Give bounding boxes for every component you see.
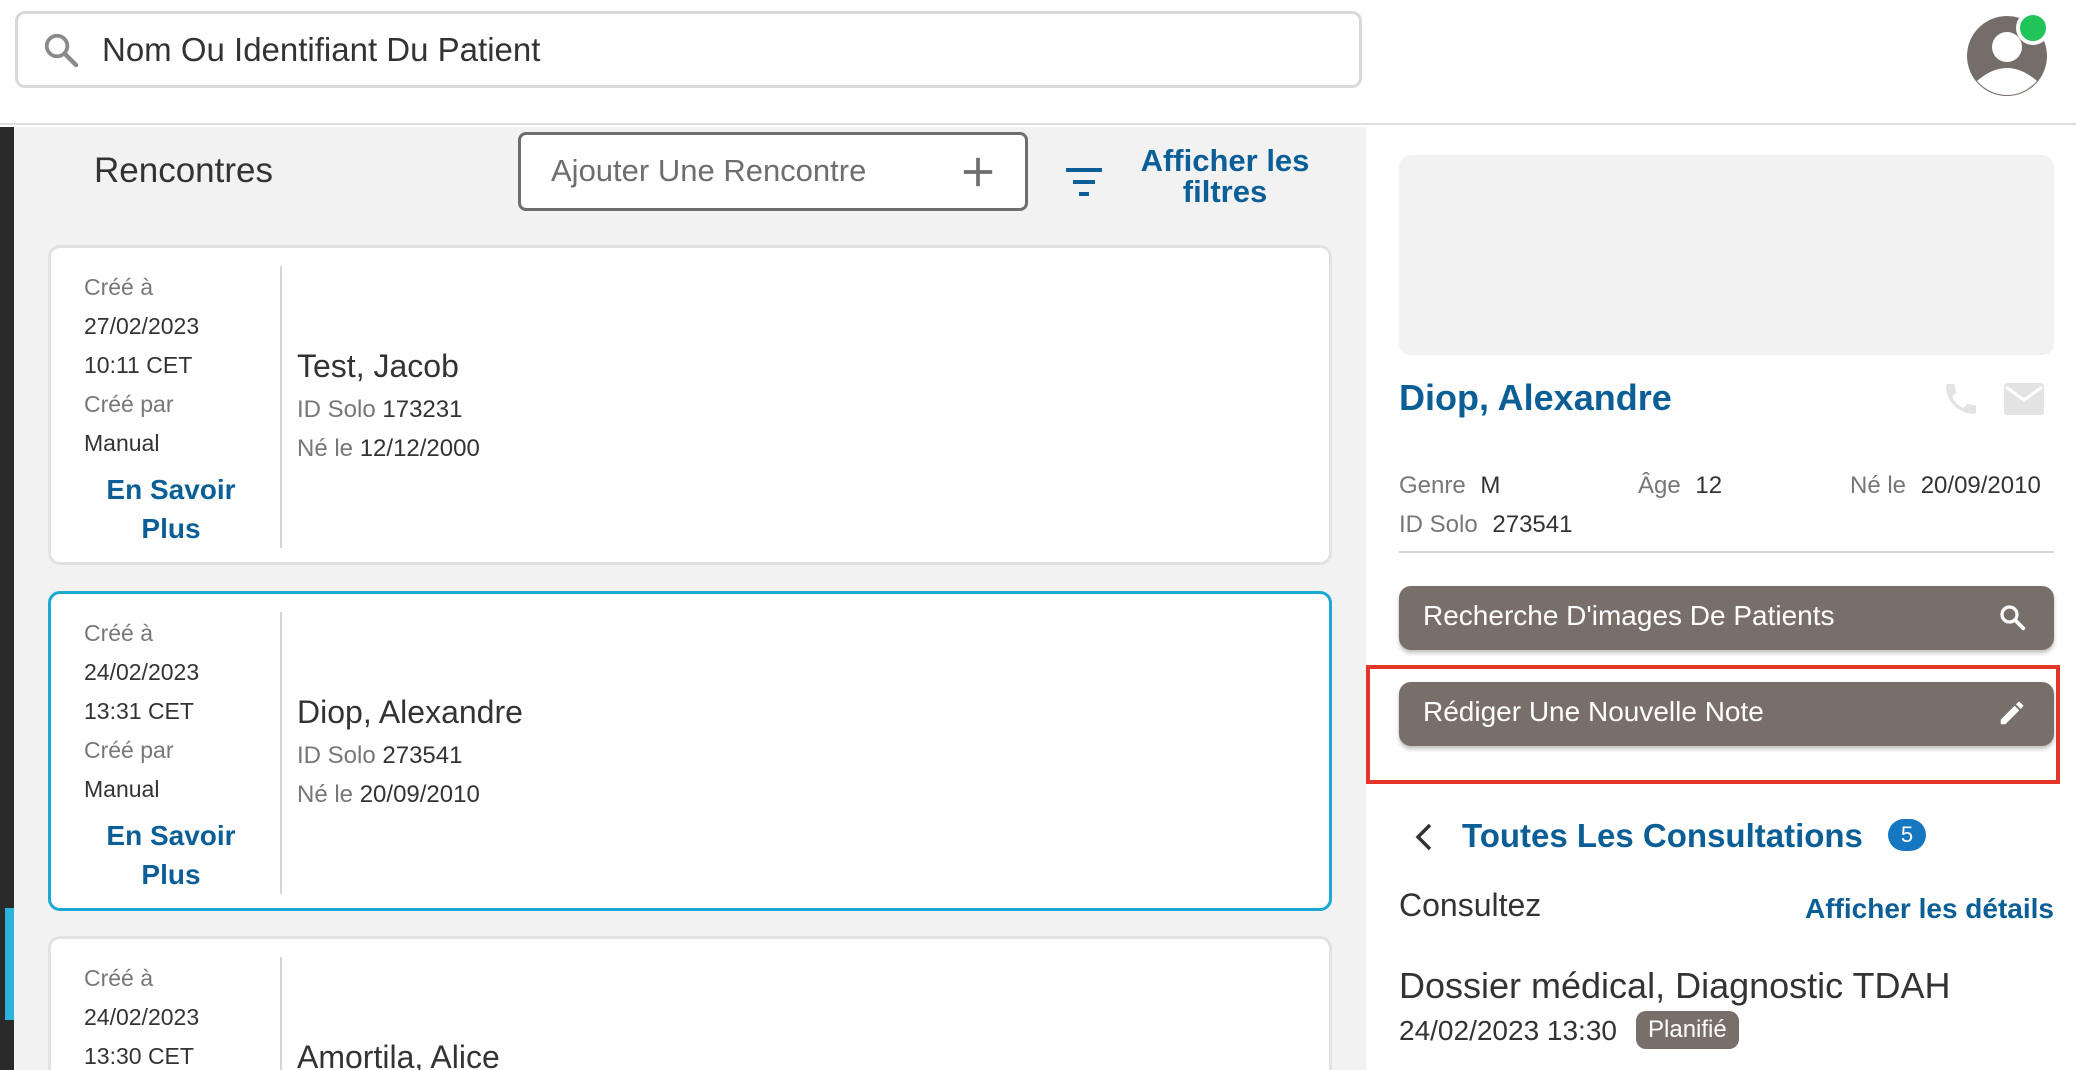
plus-icon: [963, 157, 993, 187]
visit-status-badge: Planifié: [1636, 1011, 1739, 1049]
created-by-label: Créé par: [84, 391, 174, 417]
phone-icon[interactable]: [1941, 379, 1981, 419]
age-label: Âge: [1638, 472, 1681, 499]
solo-id-field: ID Solo 273541: [1399, 511, 1572, 539]
patient-id-value: 273541: [382, 742, 463, 769]
encounter-meta: Créé à 27/02/2023 10:11 CET Créé par Man…: [84, 268, 254, 463]
created-at-label: Créé à: [84, 965, 154, 991]
top-bar: [0, 0, 2076, 125]
consult-subtitle: Consultez: [1399, 887, 1542, 923]
patient-search-input[interactable]: [102, 24, 1302, 76]
gender-label: Genre: [1399, 472, 1466, 499]
created-date: 27/02/2023: [84, 313, 200, 339]
consultations-count-badge: 5: [1888, 819, 1926, 851]
chevron-left-icon[interactable]: [1412, 821, 1436, 853]
learn-more-line2: Plus: [141, 513, 201, 544]
created-at-label: Créé à: [84, 274, 154, 300]
created-time: 13:31 CET: [84, 698, 194, 724]
side-rail-active-indicator: [5, 908, 14, 1020]
encounters-panel: Rencontres Ajouter Une Rencontre Affiche…: [14, 127, 1366, 1070]
learn-more-line1: En Savoir: [106, 474, 236, 505]
online-status-dot: [2016, 11, 2050, 45]
patient-name: Diop, Alexandre: [297, 694, 523, 730]
patient-dob-label: Né le: [297, 781, 354, 808]
filter-icon: [1066, 168, 1102, 196]
patient-dob-label: Né le: [297, 435, 354, 462]
patient-id-value: 173231: [382, 396, 463, 423]
encounter-card-selected[interactable]: Créé à 24/02/2023 13:31 CET Créé par Man…: [48, 591, 1332, 911]
created-date: 24/02/2023: [84, 659, 200, 685]
card-divider: [280, 612, 282, 894]
encounter-card[interactable]: Créé à 24/02/2023 13:30 CET Amortila, Al…: [48, 936, 1332, 1070]
search-icon: [2000, 605, 2026, 631]
patient-detail-panel: Diop, Alexandre Genre M Âge 12 Né le 20/…: [1366, 127, 2076, 1070]
all-consultations-title[interactable]: Toutes Les Consultations: [1462, 817, 1863, 855]
highlight-box: [1366, 665, 2060, 784]
patient-id-line: ID Solo 273541: [297, 742, 462, 770]
dob-label: Né le: [1850, 472, 1907, 499]
add-encounter-label: Ajouter Une Rencontre: [551, 153, 867, 188]
card-divider: [280, 957, 282, 1070]
created-time: 10:11 CET: [84, 352, 193, 378]
patient-name: Amortila, Alice: [297, 1039, 500, 1070]
patient-image-search-label: Recherche D'images De Patients: [1423, 600, 1835, 631]
dob-field: Né le 20/09/2010: [1850, 472, 2041, 500]
age-field: Âge 12: [1638, 472, 1722, 500]
solo-id-label: ID Solo: [1399, 511, 1478, 538]
learn-more-line1: En Savoir: [106, 820, 236, 851]
show-details-link[interactable]: Afficher les détails: [1776, 893, 2054, 925]
section-divider: [1399, 551, 2054, 553]
gender-field: Genre M: [1399, 472, 1500, 500]
encounter-meta: Créé à 24/02/2023 13:31 CET Créé par Man…: [84, 614, 254, 809]
age-value: 12: [1695, 472, 1723, 499]
learn-more-link[interactable]: En Savoir Plus: [51, 470, 291, 548]
visit-title: Dossier médical, Diagnostic TDAH: [1399, 965, 1951, 1006]
patient-name-heading: Diop, Alexandre: [1399, 377, 1672, 418]
created-by-value: Manual: [84, 430, 160, 456]
created-by-value: Manual: [84, 776, 160, 802]
mail-icon[interactable]: [2003, 382, 2045, 416]
dob-value: 20/09/2010: [1920, 472, 2041, 499]
encounter-card[interactable]: Créé à 27/02/2023 10:11 CET Créé par Man…: [48, 245, 1332, 565]
card-divider: [280, 266, 282, 548]
created-by-label: Créé par: [84, 737, 174, 763]
patient-id-label: ID Solo: [297, 396, 376, 423]
filters-label-line2: filtres: [1182, 174, 1268, 209]
patient-name: Test, Jacob: [297, 348, 459, 384]
learn-more-link[interactable]: En Savoir Plus: [51, 816, 291, 894]
created-date: 24/02/2023: [84, 1004, 200, 1030]
patient-banner-placeholder: [1399, 155, 2054, 355]
created-at-label: Créé à: [84, 620, 154, 646]
visit-date: 24/02/2023 13:30: [1399, 1015, 1617, 1046]
show-filters-label: Afficher les filtres: [1116, 145, 1334, 207]
patient-id-line: ID Solo 173231: [297, 396, 462, 424]
learn-more-line2: Plus: [141, 859, 201, 890]
show-filters-button[interactable]: Afficher les filtres: [1064, 145, 1334, 215]
user-avatar[interactable]: [1964, 11, 2050, 97]
patient-search-box[interactable]: [15, 11, 1362, 88]
patient-dob-value: 12/12/2000: [359, 435, 480, 462]
gender-value: M: [1480, 472, 1501, 499]
encounters-title: Rencontres: [94, 151, 273, 190]
patient-dob-value: 20/09/2010: [359, 781, 480, 808]
solo-id-value: 273541: [1492, 511, 1573, 538]
encounter-meta: Créé à 24/02/2023 13:30 CET: [84, 959, 254, 1070]
search-icon: [44, 33, 79, 68]
created-time: 13:30 CET: [84, 1043, 194, 1069]
patient-id-label: ID Solo: [297, 742, 376, 769]
patient-dob-line: Né le 12/12/2000: [297, 435, 480, 463]
filters-label-line1: Afficher les: [1140, 143, 1310, 178]
patient-dob-line: Né le 20/09/2010: [297, 781, 480, 809]
patient-image-search-button[interactable]: Recherche D'images De Patients: [1399, 586, 2054, 650]
add-encounter-button[interactable]: Ajouter Une Rencontre: [518, 132, 1028, 211]
